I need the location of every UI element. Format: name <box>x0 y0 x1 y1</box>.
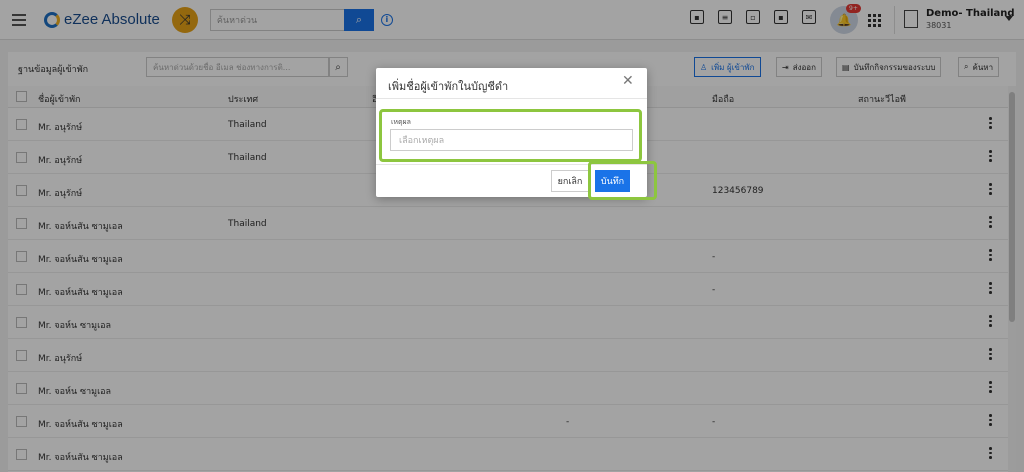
close-icon[interactable]: ✕ <box>622 73 634 89</box>
reason-highlight <box>379 109 642 162</box>
cancel-button[interactable]: ยกเลิก <box>551 170 589 192</box>
dialog-divider <box>376 98 647 99</box>
save-highlight <box>588 161 657 200</box>
dialog-title: เพิ่มชื่อผู้เข้าพักในบัญชีดำ <box>388 80 509 93</box>
